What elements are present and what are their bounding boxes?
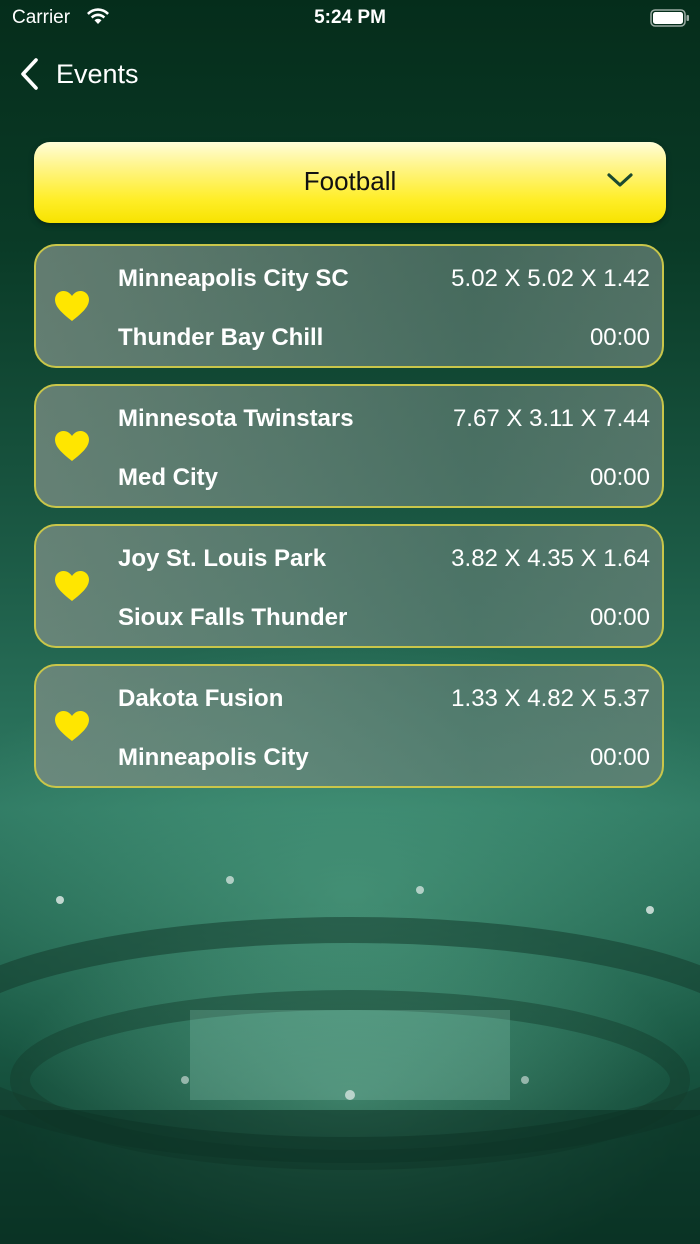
status-time: 5:24 PM: [314, 7, 386, 28]
event-card[interactable]: Dakota Fusion 1.33 X 4.82 X 5.37 Minneap…: [34, 664, 664, 788]
battery-icon: [650, 9, 689, 27]
stadium-background: [0, 876, 700, 1244]
chevron-down-icon: [607, 173, 633, 187]
home-team: Dakota Fusion: [118, 685, 284, 712]
event-time: 00:00: [589, 324, 650, 351]
event-card[interactable]: Minneapolis City SC 5.02 X 5.02 X 1.42 T…: [34, 244, 664, 368]
away-team: Sioux Falls Thunder: [118, 604, 348, 631]
home-team: Joy St. Louis Park: [118, 545, 327, 572]
home-team: Minneapolis City SC: [118, 265, 349, 292]
sport-dropdown[interactable]: Football: [34, 142, 666, 223]
heart-icon[interactable]: [54, 290, 90, 322]
navigation-bar: Events: [0, 50, 700, 94]
back-label: Events: [56, 58, 139, 89]
odds: 5.02 X 5.02 X 1.42: [451, 265, 650, 292]
home-team: Minnesota Twinstars: [118, 405, 354, 432]
sport-dropdown-label: Football: [303, 166, 397, 196]
odds: 1.33 X 4.82 X 5.37: [451, 685, 650, 712]
event-time: 00:00: [589, 464, 650, 491]
back-button[interactable]: Events: [18, 54, 139, 94]
odds: 3.82 X 4.35 X 1.64: [451, 545, 650, 572]
chevron-left-icon: [21, 58, 38, 90]
odds: 7.67 X 3.11 X 7.44: [452, 405, 650, 432]
heart-icon[interactable]: [54, 570, 90, 602]
away-team: Thunder Bay Chill: [118, 324, 324, 351]
away-team: Med City: [118, 464, 219, 491]
event-time: 00:00: [589, 604, 650, 631]
heart-icon[interactable]: [54, 430, 90, 462]
heart-icon[interactable]: [54, 710, 90, 742]
event-time: 00:00: [589, 744, 650, 771]
status-bar: Carrier 5:24 PM: [0, 0, 700, 36]
away-team: Minneapolis City: [118, 744, 309, 771]
event-card[interactable]: Joy St. Louis Park 3.82 X 4.35 X 1.64 Si…: [34, 524, 664, 648]
event-card[interactable]: Minnesota Twinstars 7.67 X 3.11 X 7.44 M…: [34, 384, 664, 508]
